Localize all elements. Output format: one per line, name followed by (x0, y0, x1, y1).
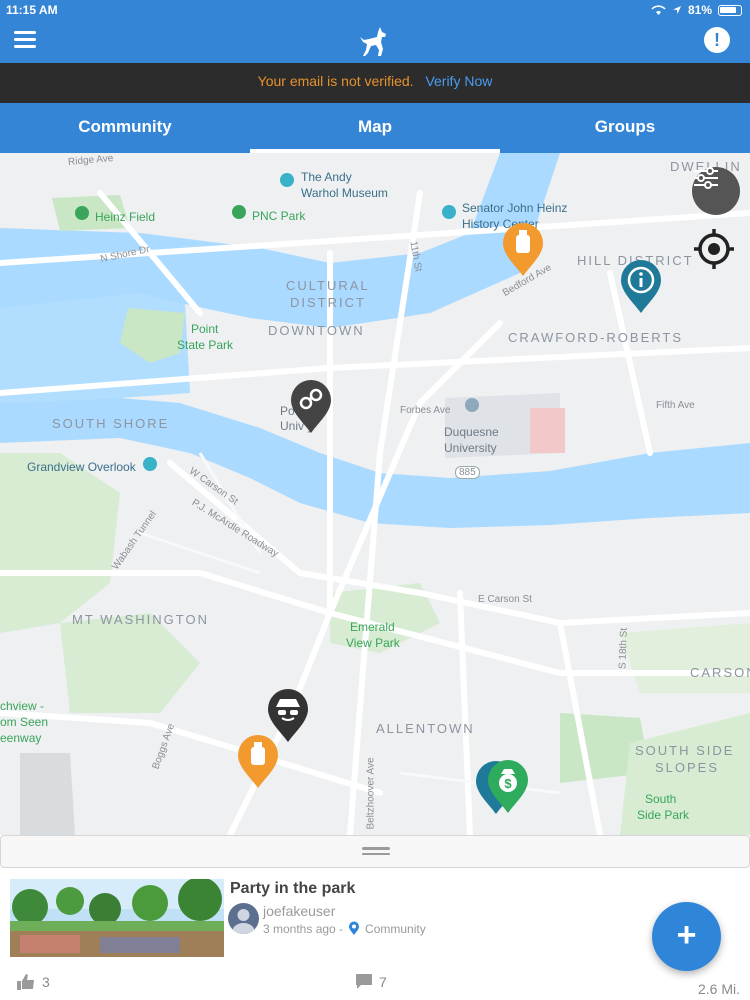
status-time: 11:15 AM (6, 3, 58, 17)
avatar[interactable] (228, 903, 259, 934)
event-meta: 3 months ago - Community (263, 921, 426, 936)
park-emerald-2: View Park (346, 636, 400, 650)
road-fifth-ave: Fifth Ave (656, 400, 695, 411)
poi-marker-pnc (232, 205, 246, 219)
tab-map[interactable]: Map (250, 103, 500, 153)
username[interactable]: joefakeuser (263, 903, 335, 919)
poi-duquesne-1: Duquesne (444, 425, 499, 439)
event-title[interactable]: Party in the park (230, 880, 355, 898)
partial-label-2: om Seen (0, 715, 49, 729)
poi-marker-warhol (280, 173, 294, 187)
verify-message: Your email is not verified. (257, 73, 414, 89)
tab-groups[interactable]: Groups (500, 103, 750, 153)
group-name[interactable]: Community (365, 922, 426, 936)
svg-text:$: $ (504, 776, 512, 791)
partial-label-1: chview - (0, 699, 45, 713)
district-crawford: CRAWFORD-ROBERTS (508, 330, 683, 345)
poi-grandview: Grandview Overlook (27, 460, 136, 474)
road-forbes-ave: Forbes Ave (400, 405, 451, 416)
road-s-18th-st: S 18th St (617, 627, 630, 670)
park-pnc-park: PNC Park (252, 209, 306, 223)
park-south-side-1: South (645, 792, 677, 806)
park-point-state-1: Point (191, 322, 219, 336)
time-ago: 3 months ago - (263, 921, 344, 936)
poi-marker-duquesne (465, 398, 479, 412)
district-cultural-1: CULTURAL (286, 278, 370, 293)
drag-handle-icon[interactable] (362, 847, 390, 856)
handcuffs-pin-icon[interactable] (289, 378, 333, 434)
district-south-side-2: SLOPES (655, 760, 720, 775)
district-mt-washington: MT WASHINGTON (72, 612, 209, 627)
wifi-icon (651, 4, 666, 15)
app-header: 11:15 AM 81% ! (0, 0, 750, 63)
district-south-side-1: SOUTH SIDE (635, 743, 735, 758)
poi-heinz-history-1: Senator John Heinz (462, 201, 568, 215)
drawer-handle-bar[interactable] (0, 835, 750, 868)
status-indicators: 81% (651, 3, 742, 17)
poi-warhol-1: The Andy (301, 170, 352, 184)
map-pin-icon (349, 921, 360, 935)
poi-marker-heinz-field (75, 206, 89, 220)
wolf-icon (360, 27, 386, 56)
comment-icon (356, 974, 372, 989)
park-emerald-1: Emerald (350, 620, 395, 634)
road-beltzhoover-ave: Beltzhoover Ave (365, 757, 377, 830)
road-885: 885 (455, 466, 480, 479)
bottle-pin-icon[interactable] (501, 221, 545, 277)
bottle-pin-icon-2[interactable] (236, 733, 280, 789)
thumbs-up-icon (17, 974, 34, 990)
verify-email-banner: Your email is not verified. Verify Now (0, 63, 750, 103)
park-south-side-2: Side Park (637, 808, 690, 822)
district-carson: CARSON (690, 665, 750, 680)
status-bar: 11:15 AM 81% (0, 0, 750, 20)
district-downtown: DOWNTOWN (268, 323, 365, 338)
tab-bar: Community Map Groups (0, 103, 750, 153)
add-event-button[interactable]: + (652, 902, 721, 971)
hamburger-icon[interactable] (14, 31, 38, 49)
money-pin-icon[interactable]: $ (486, 758, 530, 814)
tab-community[interactable]: Community (0, 103, 250, 153)
road-e-carson-st: E Carson St (478, 594, 532, 605)
district-allentown: ALLENTOWN (376, 721, 475, 736)
info-pin-icon[interactable] (619, 258, 663, 314)
poi-marker-history (442, 205, 456, 219)
like-count: 3 (42, 974, 50, 990)
distance: 2.6 Mi. (697, 981, 740, 997)
poi-warhol-2: Warhol Museum (301, 186, 388, 200)
poi-duquesne-2: University (444, 441, 497, 455)
verify-now-link[interactable]: Verify Now (425, 73, 492, 89)
park-point-state-2: State Park (177, 338, 234, 352)
poi-marker-grandview (143, 457, 157, 471)
battery-percent: 81% (687, 3, 712, 17)
comments[interactable]: 7 (355, 973, 387, 990)
location-icon (672, 6, 681, 14)
park-heinz-field: Heinz Field (95, 210, 156, 224)
partial-label-3: eenway (0, 731, 42, 745)
likes[interactable]: 3 (16, 973, 50, 991)
filter-icon[interactable] (692, 167, 740, 215)
event-thumbnail[interactable] (10, 879, 224, 957)
district-south-shore: SOUTH SHORE (52, 416, 170, 431)
battery-icon (718, 4, 742, 16)
alert-icon[interactable]: ! (704, 27, 730, 53)
comment-count: 7 (379, 973, 387, 990)
district-cultural-2: DISTRICT (290, 295, 366, 310)
locate-icon[interactable] (692, 227, 740, 275)
map-view[interactable]: Ridge Ave N Shore Dr 11th St Bedford Ave… (0, 153, 750, 835)
event-drawer: Party in the park joefakeuser 3 months a… (0, 835, 750, 1000)
